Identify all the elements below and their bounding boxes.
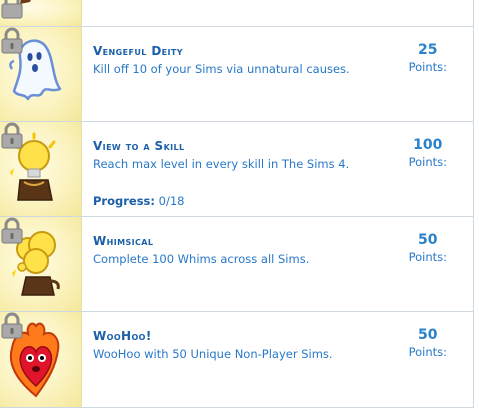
points-value: 50 xyxy=(418,327,438,343)
achievement-icon-cell xyxy=(0,0,82,26)
achievement-title: Whimsical xyxy=(93,234,154,248)
lock-icon xyxy=(1,27,23,54)
points-label: Points: xyxy=(408,345,447,359)
achievement-points: 25 Points: xyxy=(409,42,447,74)
points-value: 25 xyxy=(418,42,438,58)
achievement-description: Kill off 10 of your Sims via unnatural c… xyxy=(93,62,350,76)
achievement-points: 100 Points: xyxy=(409,137,447,169)
achievement-row[interactable] xyxy=(0,0,473,27)
achievement-row[interactable]: WooHoo! WooHoo with 50 Unique Non-Player… xyxy=(0,312,473,408)
achievement-row[interactable]: Vengeful Deity Kill off 10 of your Sims … xyxy=(0,27,473,122)
points-value: 50 xyxy=(418,232,438,248)
lock-icon xyxy=(1,312,23,339)
achievement-description: WooHoo with 50 Unique Non-Player Sims. xyxy=(93,347,333,361)
points-label: Points: xyxy=(408,250,447,264)
achievement-description: Reach max level in every skill in The Si… xyxy=(93,157,350,171)
achievement-row[interactable]: Whimsical Complete 100 Whims across all … xyxy=(0,217,473,312)
achievement-points: 50 Points: xyxy=(409,327,447,359)
achievement-row[interactable]: View to a Skill Reach max level in every… xyxy=(0,122,473,217)
points-label: Points: xyxy=(408,60,447,74)
achievement-icon-cell xyxy=(0,122,82,216)
achievement-title: View to a Skill xyxy=(93,139,185,153)
achievement-icon-cell xyxy=(0,217,82,311)
points-value: 100 xyxy=(413,137,443,153)
achievement-icon-cell xyxy=(0,312,82,407)
achievement-title: WooHoo! xyxy=(93,329,152,343)
achievement-progress: Progress: 0/18 xyxy=(93,194,184,208)
progress-value: 0/18 xyxy=(158,194,185,208)
achievement-icon-cell xyxy=(0,27,82,121)
lock-icon xyxy=(1,122,23,149)
achievement-description: Complete 100 Whims across all Sims. xyxy=(93,252,310,266)
achievement-title: Vengeful Deity xyxy=(93,44,183,58)
lock-icon xyxy=(1,217,23,244)
achievement-list: Vengeful Deity Kill off 10 of your Sims … xyxy=(0,0,474,408)
points-label: Points: xyxy=(408,155,447,169)
lock-icon xyxy=(1,0,23,19)
progress-label: Progress: xyxy=(93,194,155,208)
achievement-points: 50 Points: xyxy=(409,232,447,264)
